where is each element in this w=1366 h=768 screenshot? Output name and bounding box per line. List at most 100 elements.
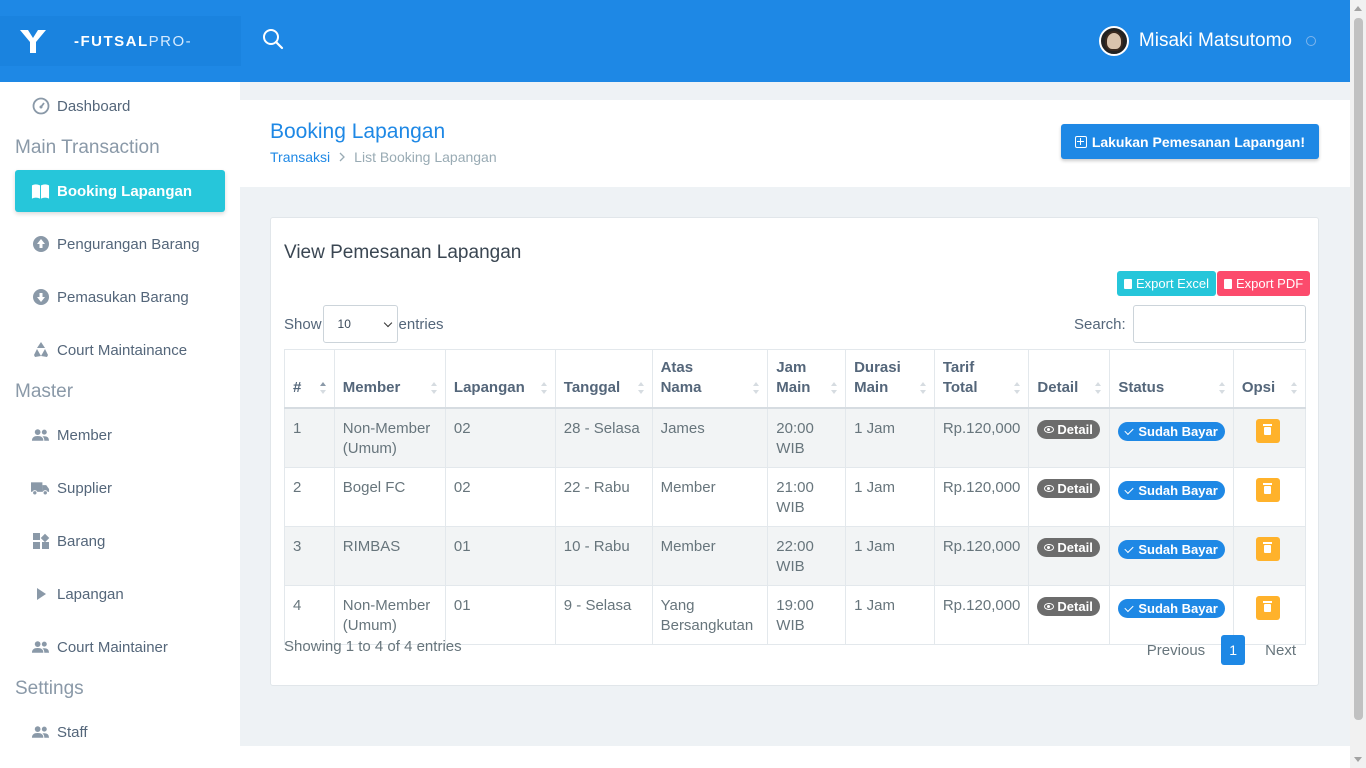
entries-length-control: Show 10 entries bbox=[284, 305, 444, 343]
entries-length-select[interactable]: 10 bbox=[322, 305, 398, 343]
export-pdf-button[interactable]: Export PDF bbox=[1217, 271, 1311, 296]
sort-icon bbox=[637, 382, 645, 394]
cell-member: Non-Member (Umum) bbox=[333, 585, 446, 645]
trash-icon bbox=[1263, 601, 1273, 612]
cell-atas-nama: James bbox=[651, 407, 769, 468]
sidebar-item-label: Dashboard bbox=[57, 97, 131, 115]
sidebar-item-barang[interactable]: Barang bbox=[15, 520, 225, 562]
col-header-tanggal[interactable]: Tanggal bbox=[554, 349, 653, 409]
brand[interactable]: -FUTSALPRO- bbox=[0, 16, 241, 66]
user-menu[interactable]: Misaki Matsutomo bbox=[1098, 26, 1316, 56]
status-badge[interactable]: Sudah Bayar bbox=[1118, 599, 1225, 618]
col-header-lapangan[interactable]: Lapangan bbox=[444, 349, 556, 409]
sidebar-item-label: Supplier bbox=[57, 479, 113, 497]
book-court-button[interactable]: Lakukan Pemesanan Lapangan! bbox=[1060, 124, 1319, 159]
delete-button[interactable] bbox=[1255, 419, 1280, 443]
cell-durasi: 1 Jam bbox=[845, 585, 935, 645]
col-header-opsi[interactable]: Opsi bbox=[1232, 349, 1307, 409]
section-main-transaction: Main Transaction bbox=[15, 137, 160, 158]
users-icon bbox=[31, 723, 50, 742]
breadcrumb-link-transaksi[interactable]: Transaksi bbox=[270, 149, 330, 165]
cell-atas-nama: Member bbox=[651, 467, 769, 527]
cell-detail: Detail bbox=[1028, 407, 1111, 468]
delete-button[interactable] bbox=[1255, 478, 1280, 502]
sidebar-item-pengurangan-barang[interactable]: Pengurangan Barang bbox=[15, 223, 225, 265]
cell-jam-main: 19:00 WIB bbox=[767, 585, 847, 645]
status-badge[interactable]: Sudah Bayar bbox=[1118, 540, 1225, 559]
detail-button[interactable]: Detail bbox=[1037, 538, 1100, 557]
col-header-jam-main[interactable]: Jam Main bbox=[767, 349, 847, 409]
cell-tanggal: 9 - Selasa bbox=[554, 585, 653, 645]
cell-num: 3 bbox=[284, 526, 335, 586]
cell-status: Sudah Bayar bbox=[1109, 407, 1234, 468]
scroll-thumb[interactable] bbox=[1354, 18, 1363, 720]
cell-tanggal: 22 - Rabu bbox=[554, 467, 653, 527]
page-scrollbar[interactable] bbox=[1350, 0, 1366, 768]
show-label: Show bbox=[284, 315, 322, 333]
pagination-previous[interactable]: Previous bbox=[1137, 642, 1215, 659]
detail-button[interactable]: Detail bbox=[1037, 420, 1100, 439]
sidebar-item-pemasukan-barang[interactable]: Pemasukan Barang bbox=[15, 276, 225, 318]
detail-label: Detail bbox=[1057, 598, 1093, 614]
col-header-detail[interactable]: Detail bbox=[1028, 349, 1111, 409]
sort-icon bbox=[1218, 382, 1226, 394]
col-header-tarif-total[interactable]: Tarif Total bbox=[933, 349, 1030, 409]
sidebar-item-lapangan[interactable]: Lapangan bbox=[15, 573, 225, 615]
col-header-status[interactable]: Status bbox=[1109, 349, 1234, 409]
bookings-card: View Pemesanan Lapangan Export Excel Exp… bbox=[270, 217, 1319, 686]
entries-length-value: 10 bbox=[337, 317, 351, 331]
col-header-atas-nama[interactable]: Atas Nama bbox=[651, 349, 769, 409]
export-excel-button[interactable]: Export Excel bbox=[1117, 271, 1216, 296]
scroll-down-arrow[interactable] bbox=[1354, 757, 1362, 762]
detail-button[interactable]: Detail bbox=[1037, 597, 1100, 616]
cell-durasi: 1 Jam bbox=[845, 467, 935, 527]
delete-button[interactable] bbox=[1255, 537, 1280, 561]
export-pdf-label: Export PDF bbox=[1236, 276, 1304, 291]
brand-name: -FUTSALPRO- bbox=[74, 32, 193, 50]
scroll-up-arrow[interactable] bbox=[1354, 6, 1362, 11]
sidebar-item-supplier[interactable]: Supplier bbox=[15, 467, 225, 509]
table-search-input[interactable] bbox=[1133, 305, 1306, 343]
sidebar-item-member[interactable]: Member bbox=[15, 414, 225, 456]
col-header-member[interactable]: Member bbox=[333, 349, 446, 409]
detail-label: Detail bbox=[1057, 421, 1093, 437]
play-icon bbox=[31, 585, 50, 604]
sidebar-item-court-maintainance[interactable]: Court Maintainance bbox=[15, 329, 225, 371]
chevron-down-icon bbox=[383, 318, 392, 327]
cell-tanggal: 10 - Rabu bbox=[554, 526, 653, 586]
table-row: 3 RIMBAS 01 10 - Rabu Member 22:00 WIB 1 Jam Rp… bbox=[284, 526, 1307, 586]
cell-member: RIMBAS bbox=[333, 526, 446, 586]
status-badge[interactable]: Sudah Bayar bbox=[1118, 422, 1225, 441]
sort-icon bbox=[540, 382, 548, 394]
arrow-up-circle-icon bbox=[31, 235, 50, 254]
col-header-num[interactable]: # bbox=[284, 349, 335, 409]
sidebar-item-staff[interactable]: Staff bbox=[15, 711, 225, 753]
search-icon[interactable] bbox=[260, 26, 286, 52]
sidebar-item-court-maintainer[interactable]: Court Maintainer bbox=[15, 626, 225, 668]
cell-tanggal: 28 - Selasa bbox=[554, 407, 653, 468]
status-badge[interactable]: Sudah Bayar bbox=[1118, 481, 1225, 500]
sidebar-item-booking-lapangan[interactable]: Booking Lapangan bbox=[15, 170, 225, 212]
user-name: Misaki Matsutomo bbox=[1138, 30, 1292, 51]
search-label: Search: bbox=[1074, 316, 1126, 333]
power-icon[interactable] bbox=[1306, 36, 1316, 46]
pagination-next[interactable]: Next bbox=[1255, 642, 1306, 659]
section-master: Master bbox=[15, 381, 74, 402]
detail-label: Detail bbox=[1057, 539, 1093, 555]
trash-icon bbox=[1263, 483, 1273, 494]
cell-num: 4 bbox=[284, 585, 335, 645]
cell-atas-nama: Yang Bersangkutan bbox=[651, 585, 769, 645]
col-header-durasi-main[interactable]: Durasi Main bbox=[845, 349, 935, 409]
delete-button[interactable] bbox=[1255, 596, 1280, 620]
pagination-page-1[interactable]: 1 bbox=[1221, 635, 1246, 665]
brand-logo-icon bbox=[20, 30, 46, 53]
cell-opsi bbox=[1232, 526, 1307, 586]
pagination: Previous 1 Next bbox=[1137, 635, 1306, 665]
table-info: Showing 1 to 4 of 4 entries bbox=[284, 638, 462, 655]
sidebar-item-dashboard[interactable]: Dashboard bbox=[15, 85, 225, 127]
section-settings: Settings bbox=[15, 678, 84, 699]
sidebar-item-label: Lapangan bbox=[57, 585, 124, 603]
sort-icon bbox=[430, 382, 438, 394]
detail-button[interactable]: Detail bbox=[1037, 479, 1100, 498]
eye-icon bbox=[1044, 485, 1055, 492]
